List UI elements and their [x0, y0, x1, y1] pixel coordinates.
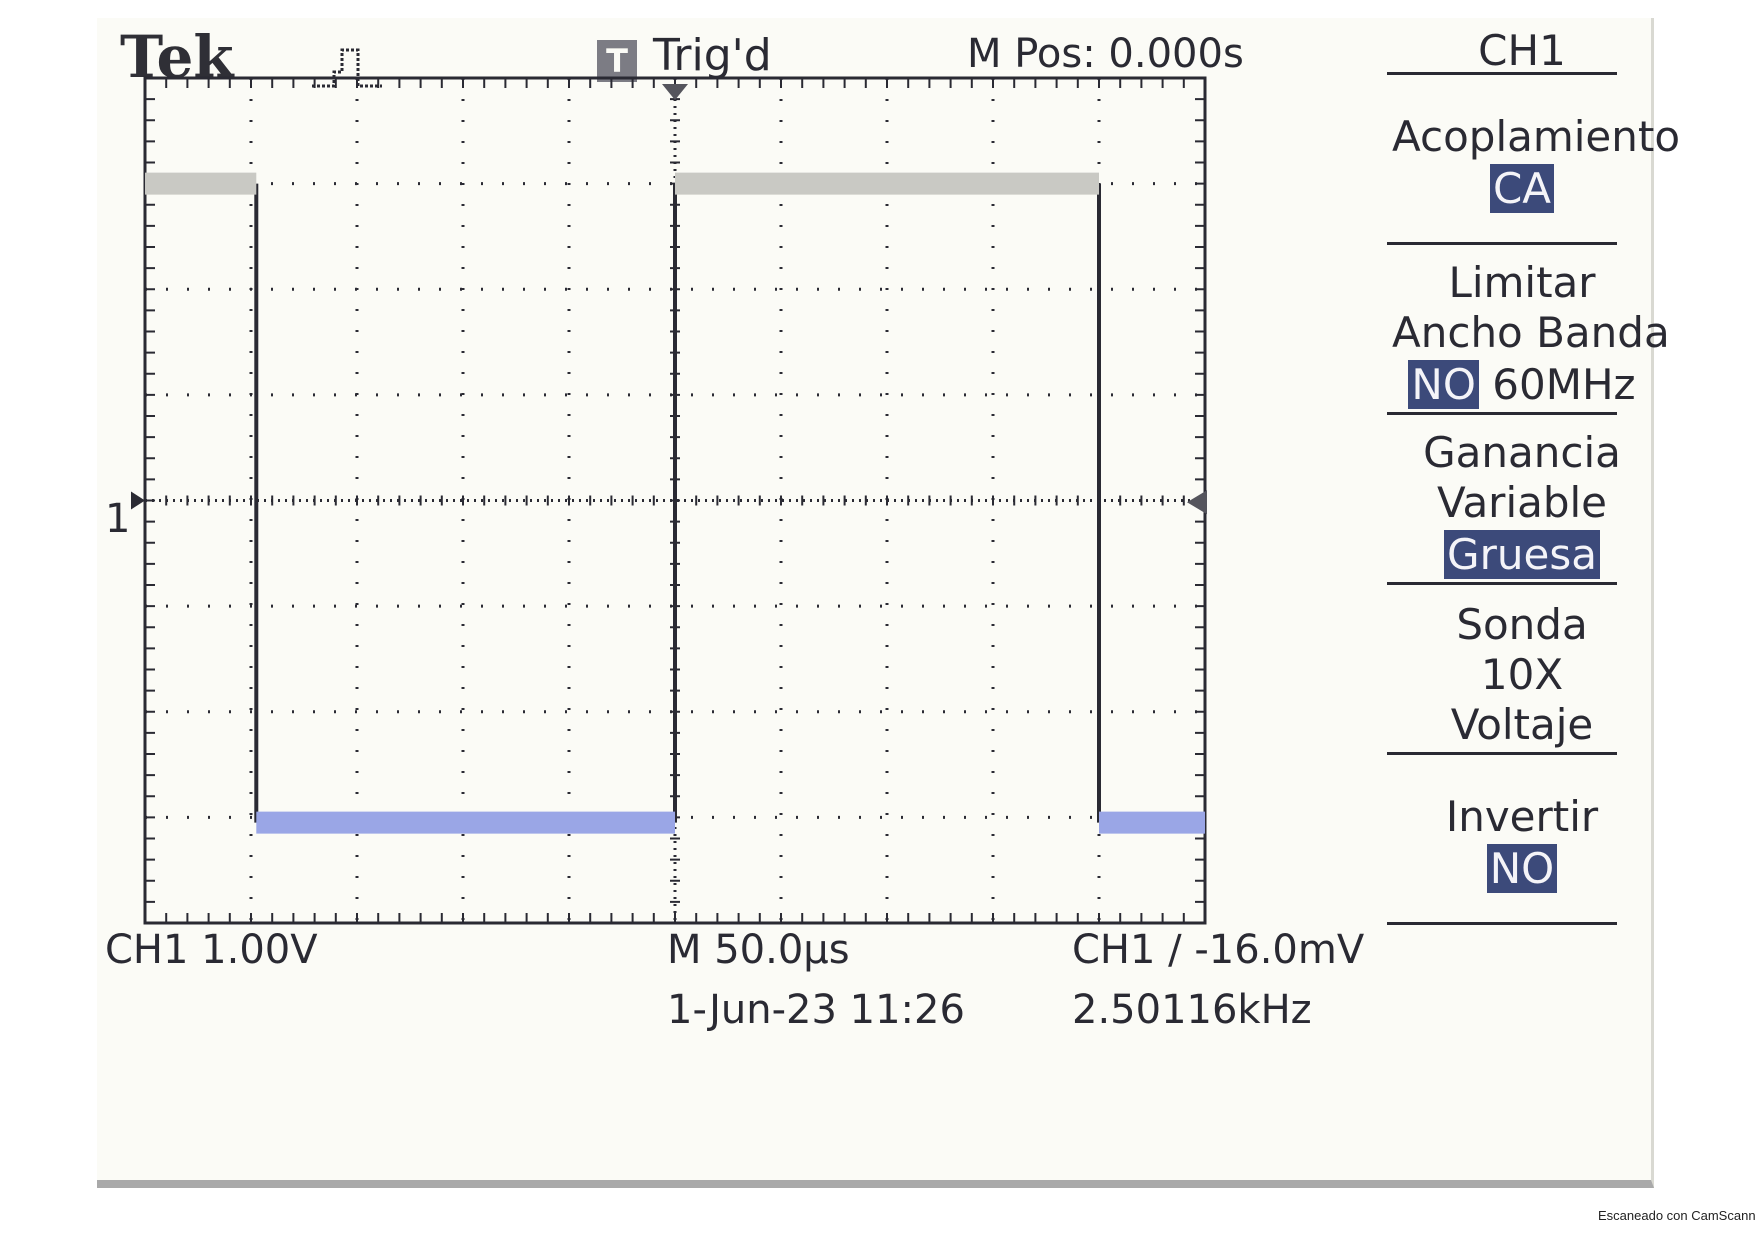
trigger-position-marker — [662, 84, 688, 100]
bandwidth-label-1[interactable]: Limitar — [1392, 262, 1652, 304]
oscilloscope-screen: Tek T Trig'd M Pos: 0.000s 1 CH1 Acoplam… — [97, 18, 1680, 1188]
probe-value-1[interactable]: 10X — [1392, 654, 1652, 696]
scanner-credit: Escaneado con CamScanner — [1598, 1208, 1755, 1223]
invert-value[interactable]: NO — [1486, 844, 1558, 893]
waveform-trace — [145, 172, 1205, 834]
markers — [131, 84, 1207, 515]
invert-label[interactable]: Invertir — [1392, 796, 1652, 838]
menu-separator — [1387, 242, 1617, 245]
trigger-level-marker — [1187, 490, 1207, 515]
coupling-value[interactable]: CA — [1489, 164, 1555, 213]
menu-separator — [1387, 922, 1617, 925]
gain-label-1[interactable]: Ganancia — [1392, 432, 1652, 474]
menu-separator — [1387, 582, 1617, 585]
ground-arrow-icon — [131, 491, 145, 510]
menu-separator — [1387, 412, 1617, 415]
probe-label[interactable]: Sonda — [1392, 604, 1652, 646]
timebase: M 50.0µs — [667, 927, 850, 973]
bandwidth-value[interactable]: NO — [1408, 360, 1479, 409]
bandwidth-suffix: 60MHz — [1492, 360, 1636, 409]
channel-1-ground-marker: 1 — [105, 496, 131, 542]
probe-value-2[interactable]: Voltaje — [1392, 704, 1652, 746]
trigger-level: CH1 ∕ -16.0mV — [1072, 927, 1365, 973]
gain-value[interactable]: Gruesa — [1444, 530, 1600, 579]
gain-label-2[interactable]: Variable — [1392, 482, 1652, 524]
coupling-label[interactable]: Acoplamiento — [1392, 116, 1680, 158]
frequency-readout: 2.50116kHz — [1072, 987, 1312, 1033]
menu-separator — [1387, 752, 1617, 755]
channel-scale: CH1 1.00V — [105, 927, 318, 973]
bandwidth-label-2[interactable]: Ancho Banda — [1392, 312, 1670, 354]
side-menu: CH1 Acoplamiento CA Limitar Ancho Banda … — [1392, 18, 1680, 1118]
menu-title: CH1 — [1478, 26, 1566, 75]
menu-separator — [1387, 72, 1617, 75]
date-time: 1-Jun-23 11:26 — [667, 987, 965, 1033]
